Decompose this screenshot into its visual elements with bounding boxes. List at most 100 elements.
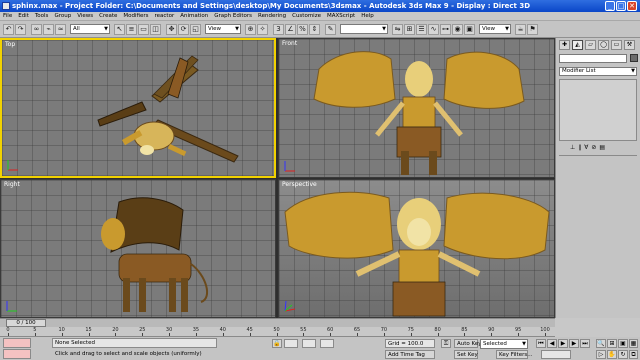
selection-filter-dropdown[interactable]: All ▼: [70, 24, 110, 34]
object-color-swatch[interactable]: [630, 54, 638, 62]
sphinx-model-top[interactable]: [2, 40, 276, 178]
bind-space-warp-icon[interactable]: ≈: [55, 24, 66, 35]
select-link-icon[interactable]: ∞: [31, 24, 42, 35]
viewport-label[interactable]: Right: [4, 181, 20, 188]
layer-manager-icon[interactable]: ☰: [416, 24, 427, 35]
track-bar[interactable]: 0 5 10 15 20 25 30 35 40 45 50 55 60 65 70 75 80 85 90 95 10…: [0, 327, 555, 337]
remove-modifier-icon[interactable]: ⊘: [591, 144, 596, 152]
named-selection-sets-dropdown[interactable]: ▼: [340, 24, 388, 34]
menu-graph-editors[interactable]: Graph Editors: [214, 12, 252, 20]
viewport-label[interactable]: Front: [282, 40, 297, 47]
show-end-result-icon[interactable]: ∥: [578, 144, 581, 152]
viewport-right[interactable]: Right: [0, 179, 276, 318]
menu-customize[interactable]: Customize: [292, 12, 321, 20]
select-scale-icon[interactable]: ◱: [190, 24, 201, 35]
create-tab-icon[interactable]: ✚: [559, 40, 570, 50]
zoom-all-icon[interactable]: ⊞: [607, 339, 617, 348]
next-frame-icon[interactable]: ▶: [569, 339, 579, 348]
menu-modifiers[interactable]: Modifiers: [123, 12, 148, 20]
pivot-center-icon[interactable]: ⊕: [245, 24, 256, 35]
maximize-viewport-icon[interactable]: ⧉: [629, 350, 638, 359]
align-icon[interactable]: ⊞: [404, 24, 415, 35]
menu-file[interactable]: File: [3, 12, 12, 20]
viewport-label[interactable]: Top: [5, 41, 15, 48]
key-mode-dropdown[interactable]: Selected ▼: [480, 339, 528, 349]
viewport-label[interactable]: Perspective: [282, 181, 317, 188]
menu-reactor[interactable]: reactor: [155, 12, 175, 20]
modify-tab-icon[interactable]: ◭: [572, 40, 583, 50]
select-manipulate-icon[interactable]: ✧: [257, 24, 268, 35]
modifier-stack[interactable]: [559, 79, 637, 141]
zoom-extents-icon[interactable]: ▣: [618, 339, 628, 348]
add-time-tag-button[interactable]: Add Time Tag: [385, 350, 435, 359]
pin-stack-icon[interactable]: ⊥: [570, 144, 575, 152]
mirror-icon[interactable]: ⇋: [392, 24, 403, 35]
menu-views[interactable]: Views: [77, 12, 93, 20]
material-editor-icon[interactable]: ◉: [452, 24, 463, 35]
sphinx-model-perspective[interactable]: [279, 180, 555, 318]
utilities-tab-icon[interactable]: ⚒: [624, 40, 635, 50]
undo-icon[interactable]: ↶: [3, 24, 14, 35]
spinner-snap-icon[interactable]: ⇕: [309, 24, 320, 35]
y-coord-field[interactable]: [302, 339, 316, 348]
maxscript-listener-output[interactable]: [3, 349, 31, 359]
z-coord-field[interactable]: [320, 339, 334, 348]
select-object-icon[interactable]: ↖: [114, 24, 125, 35]
time-slider-thumb[interactable]: 0 / 100: [6, 319, 46, 327]
zoom-extents-all-icon[interactable]: ▦: [629, 339, 638, 348]
make-unique-icon[interactable]: ∀: [584, 144, 588, 152]
minimize-button[interactable]: _: [605, 1, 615, 11]
lock-selection-icon[interactable]: 🔒: [272, 339, 282, 348]
menu-help[interactable]: Help: [361, 12, 374, 20]
rectangular-selection-icon[interactable]: ▭: [138, 24, 149, 35]
select-by-name-icon[interactable]: ≡: [126, 24, 137, 35]
angle-snap-icon[interactable]: ∠: [285, 24, 296, 35]
named-selection-icon[interactable]: ✎: [325, 24, 336, 35]
render-type-dropdown[interactable]: View ▼: [479, 24, 511, 34]
menu-rendering[interactable]: Rendering: [258, 12, 286, 20]
percent-snap-icon[interactable]: %: [297, 24, 308, 35]
schematic-view-icon[interactable]: ⊶: [440, 24, 451, 35]
menu-create[interactable]: Create: [99, 12, 117, 20]
play-icon[interactable]: ▶: [558, 339, 568, 348]
curve-editor-icon[interactable]: ∿: [428, 24, 439, 35]
auto-key-button[interactable]: Auto Key: [454, 339, 482, 348]
menu-group[interactable]: Group: [54, 12, 71, 20]
goto-start-icon[interactable]: ⏮: [536, 339, 546, 348]
configure-modifier-sets-icon[interactable]: ▤: [599, 144, 605, 152]
goto-end-icon[interactable]: ⏭: [580, 339, 590, 348]
modifier-list-dropdown[interactable]: Modifier List ▼: [559, 67, 637, 76]
menu-tools[interactable]: Tools: [35, 12, 49, 20]
select-move-icon[interactable]: ✥: [166, 24, 177, 35]
render-last-icon[interactable]: ⚑: [527, 24, 538, 35]
menu-maxscript[interactable]: MAXScript: [327, 12, 355, 20]
maximize-button[interactable]: □: [616, 1, 626, 11]
key-filters-button[interactable]: Key Filters...: [496, 350, 532, 359]
app-icon[interactable]: [2, 2, 10, 10]
viewport-perspective[interactable]: Perspective: [278, 179, 555, 318]
display-tab-icon[interactable]: ▭: [611, 40, 622, 50]
select-rotate-icon[interactable]: ⟳: [178, 24, 189, 35]
motion-tab-icon[interactable]: ◯: [598, 40, 609, 50]
snaps-toggle-icon[interactable]: 3: [273, 24, 284, 35]
previous-frame-icon[interactable]: ◀: [547, 339, 557, 348]
redo-icon[interactable]: ↷: [15, 24, 26, 35]
arc-rotate-icon[interactable]: ↻: [618, 350, 628, 359]
time-slider[interactable]: 0 / 100: [0, 318, 555, 327]
hierarchy-tab-icon[interactable]: ▱: [585, 40, 596, 50]
window-crossing-icon[interactable]: ◫: [150, 24, 161, 35]
key-icon[interactable]: ⚿: [441, 339, 451, 348]
sphinx-model-front[interactable]: [279, 39, 555, 178]
unlink-icon[interactable]: ⌁: [43, 24, 54, 35]
set-key-button[interactable]: Set Key: [454, 350, 478, 359]
x-coord-field[interactable]: [284, 339, 298, 348]
close-button[interactable]: ✕: [627, 1, 637, 11]
quick-render-icon[interactable]: ☕: [515, 24, 526, 35]
viewport-front[interactable]: Front: [278, 38, 555, 178]
render-setup-icon[interactable]: ▣: [464, 24, 475, 35]
pan-icon[interactable]: ✋: [607, 350, 617, 359]
viewport-top[interactable]: Top: [0, 38, 276, 178]
menu-edit[interactable]: Edit: [18, 12, 29, 20]
object-name-field[interactable]: [559, 54, 627, 63]
zoom-icon[interactable]: 🔍: [596, 339, 606, 348]
